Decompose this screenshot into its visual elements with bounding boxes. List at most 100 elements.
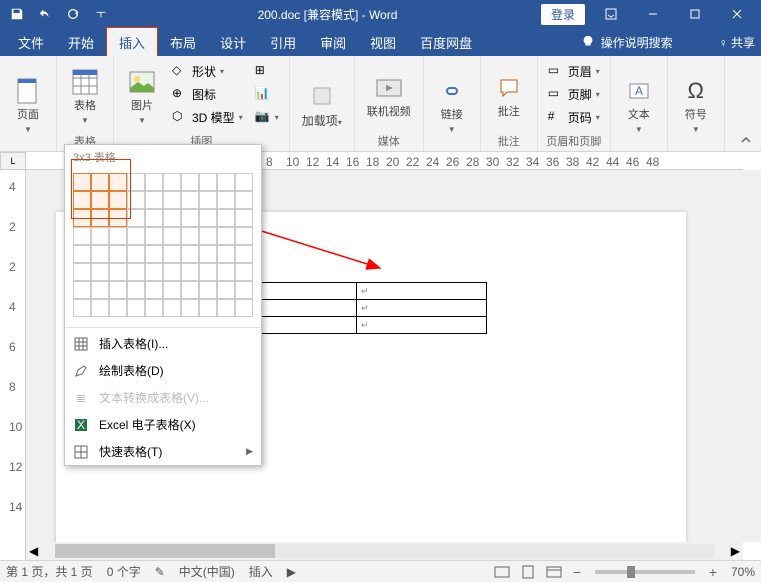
insert-table-menu-item[interactable]: 插入表格(I)... xyxy=(65,330,261,357)
scroll-left-button[interactable]: ◀ xyxy=(26,544,41,558)
grid-cell[interactable] xyxy=(109,191,127,209)
login-button[interactable]: 登录 xyxy=(541,4,585,25)
model3d-button[interactable]: ⬡3D 模型▾ xyxy=(168,106,247,128)
grid-cell[interactable] xyxy=(199,173,217,191)
insert-mode[interactable]: 插入 xyxy=(249,563,273,580)
grid-cell[interactable] xyxy=(163,209,181,227)
grid-cell[interactable] xyxy=(163,227,181,245)
grid-cell[interactable] xyxy=(181,209,199,227)
footer-button[interactable]: ▭页脚▾ xyxy=(544,83,604,105)
grid-cell[interactable] xyxy=(127,245,145,263)
grid-cell[interactable] xyxy=(235,191,253,209)
grid-cell[interactable] xyxy=(163,173,181,191)
grid-cell[interactable] xyxy=(181,173,199,191)
qat-customize[interactable] xyxy=(88,2,114,26)
grid-cell[interactable] xyxy=(73,263,91,281)
addins-button[interactable]: 加载项▾ xyxy=(296,60,348,149)
ribbon-collapse-button[interactable] xyxy=(737,133,755,147)
read-mode-button[interactable] xyxy=(491,563,513,581)
grid-cell[interactable] xyxy=(235,281,253,299)
web-layout-button[interactable] xyxy=(543,563,565,581)
grid-cell[interactable] xyxy=(73,173,91,191)
grid-cell[interactable] xyxy=(145,209,163,227)
grid-cell[interactable] xyxy=(217,173,235,191)
grid-cell[interactable] xyxy=(235,227,253,245)
scroll-thumb[interactable] xyxy=(55,544,275,558)
grid-cell[interactable] xyxy=(91,299,109,317)
grid-cell[interactable] xyxy=(91,191,109,209)
table-grid-selector[interactable] xyxy=(65,169,261,325)
grid-cell[interactable] xyxy=(181,227,199,245)
grid-cell[interactable] xyxy=(109,245,127,263)
quick-tables-menu-item[interactable]: 快速表格(T) ▶ xyxy=(65,438,261,465)
grid-cell[interactable] xyxy=(217,281,235,299)
menu-design[interactable]: 设计 xyxy=(208,28,258,57)
pages-button[interactable]: 页面 ▼ xyxy=(6,60,50,149)
grid-cell[interactable] xyxy=(217,227,235,245)
tell-me-search[interactable]: 操作说明搜索 xyxy=(601,34,673,51)
grid-cell[interactable] xyxy=(163,263,181,281)
zoom-in-button[interactable]: + xyxy=(705,564,721,580)
pagenum-button[interactable]: #页码▾ xyxy=(544,106,604,128)
undo-button[interactable] xyxy=(32,2,58,26)
grid-cell[interactable] xyxy=(109,209,127,227)
grid-cell[interactable] xyxy=(235,245,253,263)
grid-cell[interactable] xyxy=(91,245,109,263)
zoom-thumb[interactable] xyxy=(627,566,635,578)
word-count[interactable]: 0 个字 xyxy=(107,563,141,580)
menu-review[interactable]: 审阅 xyxy=(308,28,358,57)
zoom-level[interactable]: 70% xyxy=(731,565,755,579)
grid-cell[interactable] xyxy=(163,191,181,209)
grid-cell[interactable] xyxy=(91,173,109,191)
grid-cell[interactable] xyxy=(127,299,145,317)
menu-references[interactable]: 引用 xyxy=(258,28,308,57)
grid-cell[interactable] xyxy=(91,209,109,227)
ribbon-options-button[interactable] xyxy=(591,0,631,28)
grid-cell[interactable] xyxy=(91,281,109,299)
grid-cell[interactable] xyxy=(73,299,91,317)
grid-cell[interactable] xyxy=(163,281,181,299)
grid-cell[interactable] xyxy=(181,263,199,281)
menu-view[interactable]: 视图 xyxy=(358,28,408,57)
menu-home[interactable]: 开始 xyxy=(56,28,106,57)
grid-cell[interactable] xyxy=(235,173,253,191)
grid-cell[interactable] xyxy=(199,227,217,245)
grid-cell[interactable] xyxy=(91,227,109,245)
grid-cell[interactable] xyxy=(181,191,199,209)
grid-cell[interactable] xyxy=(73,209,91,227)
grid-cell[interactable] xyxy=(217,245,235,263)
grid-cell[interactable] xyxy=(199,191,217,209)
grid-cell[interactable] xyxy=(145,263,163,281)
menu-insert[interactable]: 插入 xyxy=(106,27,158,58)
grid-cell[interactable] xyxy=(163,245,181,263)
grid-cell[interactable] xyxy=(145,191,163,209)
grid-cell[interactable] xyxy=(199,209,217,227)
grid-cell[interactable] xyxy=(127,209,145,227)
draw-table-menu-item[interactable]: 绘制表格(D) xyxy=(65,357,261,384)
links-button[interactable]: 链接 ▼ xyxy=(430,60,474,149)
symbol-button[interactable]: Ω 符号 ▼ xyxy=(674,60,718,149)
grid-cell[interactable] xyxy=(235,209,253,227)
grid-cell[interactable] xyxy=(199,299,217,317)
grid-cell[interactable] xyxy=(199,281,217,299)
page-indicator[interactable]: 第 1 页，共 1 页 xyxy=(6,563,93,580)
redo-button[interactable] xyxy=(60,2,86,26)
minimize-button[interactable] xyxy=(633,0,673,28)
grid-cell[interactable] xyxy=(109,227,127,245)
grid-cell[interactable] xyxy=(163,299,181,317)
grid-cell[interactable] xyxy=(145,299,163,317)
grid-cell[interactable] xyxy=(199,245,217,263)
grid-cell[interactable] xyxy=(73,227,91,245)
grid-cell[interactable] xyxy=(127,263,145,281)
grid-cell[interactable] xyxy=(181,299,199,317)
grid-cell[interactable] xyxy=(73,191,91,209)
grid-cell[interactable] xyxy=(109,299,127,317)
smartart-button[interactable]: ⊞ xyxy=(251,60,283,82)
pictures-button[interactable]: 图片 ▼ xyxy=(120,60,164,131)
grid-cell[interactable] xyxy=(145,227,163,245)
grid-cell[interactable] xyxy=(73,281,91,299)
grid-cell[interactable] xyxy=(109,281,127,299)
grid-cell[interactable] xyxy=(145,245,163,263)
vertical-ruler[interactable]: 422468101214 xyxy=(0,170,26,560)
horizontal-scrollbar[interactable]: ◀ ▶ xyxy=(26,542,743,560)
